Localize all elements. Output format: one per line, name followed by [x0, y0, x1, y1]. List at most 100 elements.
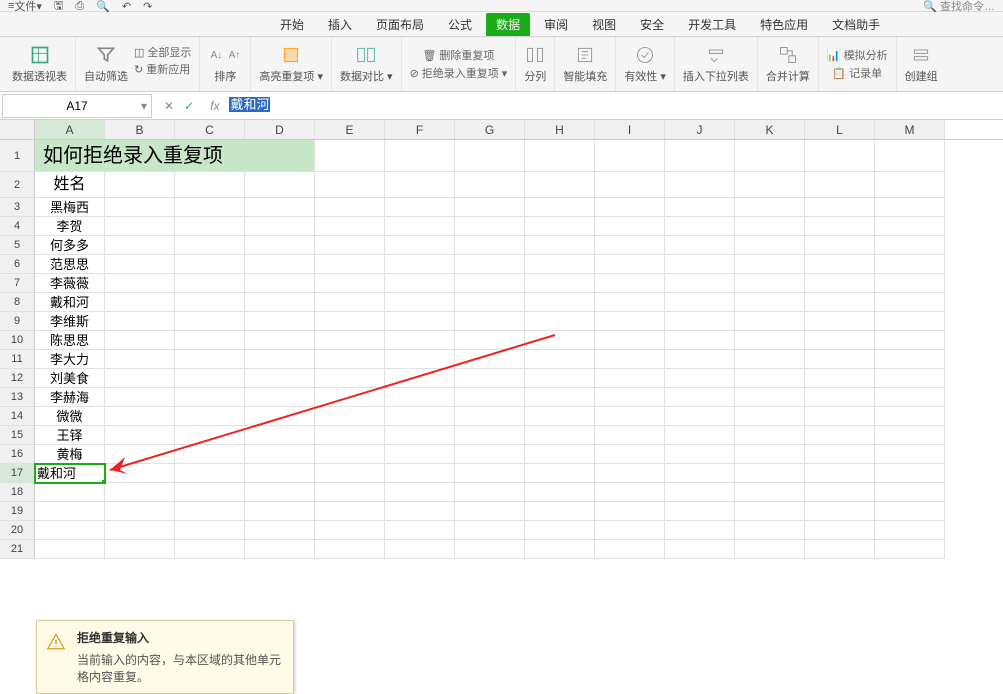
cell[interactable]	[385, 172, 455, 198]
cell[interactable]	[665, 483, 735, 502]
cell[interactable]	[735, 464, 805, 483]
cell[interactable]	[245, 331, 315, 350]
cell[interactable]	[805, 217, 875, 236]
undo-icon[interactable]: ↶	[122, 0, 131, 13]
cell[interactable]	[175, 255, 245, 274]
cell[interactable]	[245, 350, 315, 369]
row-header-5[interactable]: 5	[0, 236, 35, 255]
menu-icon[interactable]: ≡ 文件 ▾	[8, 0, 42, 14]
cell[interactable]: 刘美食	[35, 369, 105, 388]
cell[interactable]	[245, 483, 315, 502]
cell[interactable]	[595, 217, 665, 236]
tab-developer[interactable]: 开发工具	[678, 13, 746, 36]
cell[interactable]: 何多多	[35, 236, 105, 255]
cell[interactable]	[735, 445, 805, 464]
search-command[interactable]: 🔍 查找命令…	[923, 0, 995, 12]
group-button[interactable]: 创建组	[897, 37, 946, 91]
cell[interactable]	[735, 388, 805, 407]
tab-doc-helper[interactable]: 文档助手	[822, 13, 890, 36]
tab-special[interactable]: 特色应用	[750, 13, 818, 36]
cell[interactable]	[805, 140, 875, 172]
cell[interactable]	[385, 540, 455, 559]
confirm-icon[interactable]: ✓	[184, 99, 194, 113]
split-button[interactable]: 分列	[516, 37, 555, 91]
cell[interactable]	[105, 198, 175, 217]
cell[interactable]	[805, 426, 875, 445]
cell[interactable]	[455, 464, 525, 483]
cell[interactable]	[315, 274, 385, 293]
col-header-G[interactable]: G	[455, 120, 525, 139]
cell[interactable]	[525, 172, 595, 198]
cell[interactable]	[595, 293, 665, 312]
col-header-A[interactable]: A	[35, 120, 105, 139]
cell[interactable]	[805, 369, 875, 388]
cell[interactable]: 李贺	[35, 217, 105, 236]
cell[interactable]	[315, 540, 385, 559]
cell[interactable]	[245, 445, 315, 464]
col-header-D[interactable]: D	[245, 120, 315, 139]
cell[interactable]	[595, 331, 665, 350]
cell[interactable]	[875, 426, 945, 445]
cell[interactable]	[105, 445, 175, 464]
cell[interactable]	[385, 198, 455, 217]
cell[interactable]	[105, 217, 175, 236]
cell[interactable]	[875, 483, 945, 502]
cell[interactable]	[385, 369, 455, 388]
col-header-K[interactable]: K	[735, 120, 805, 139]
cell[interactable]	[245, 388, 315, 407]
formula-input[interactable]: 戴和河	[225, 94, 1003, 118]
cell[interactable]	[875, 350, 945, 369]
cell[interactable]	[455, 140, 525, 172]
tab-page-layout[interactable]: 页面布局	[366, 13, 434, 36]
cell[interactable]	[175, 293, 245, 312]
cell[interactable]	[315, 350, 385, 369]
cell[interactable]	[105, 293, 175, 312]
cell[interactable]	[455, 521, 525, 540]
col-header-M[interactable]: M	[875, 120, 945, 139]
cell[interactable]	[595, 426, 665, 445]
cell[interactable]	[525, 369, 595, 388]
cell[interactable]	[315, 369, 385, 388]
cell[interactable]	[805, 331, 875, 350]
row-header-8[interactable]: 8	[0, 293, 35, 312]
cell[interactable]	[385, 502, 455, 521]
row-header-10[interactable]: 10	[0, 331, 35, 350]
select-all-corner[interactable]	[0, 120, 35, 139]
cell[interactable]	[665, 255, 735, 274]
cell[interactable]	[875, 331, 945, 350]
row-header-1[interactable]: 1	[0, 140, 35, 172]
cell[interactable]	[805, 198, 875, 217]
cell[interactable]	[595, 198, 665, 217]
cell[interactable]	[245, 369, 315, 388]
tab-view[interactable]: 视图	[582, 13, 626, 36]
sort-group[interactable]: A↓ A↑ 排序	[200, 37, 251, 91]
cell[interactable]	[525, 464, 595, 483]
cell[interactable]: 黄梅	[35, 445, 105, 464]
cell[interactable]	[875, 369, 945, 388]
cell[interactable]	[875, 540, 945, 559]
cell[interactable]	[315, 217, 385, 236]
cell[interactable]	[245, 540, 315, 559]
cell[interactable]	[525, 540, 595, 559]
row-header-18[interactable]: 18	[0, 483, 35, 502]
tab-insert[interactable]: 插入	[318, 13, 362, 36]
row-header-13[interactable]: 13	[0, 388, 35, 407]
cell[interactable]	[175, 312, 245, 331]
cell[interactable]: 李薇薇	[35, 274, 105, 293]
cell[interactable]	[105, 312, 175, 331]
name-box-input[interactable]	[27, 99, 127, 113]
col-header-J[interactable]: J	[665, 120, 735, 139]
cell[interactable]	[455, 293, 525, 312]
cell[interactable]	[805, 445, 875, 464]
cell[interactable]	[665, 331, 735, 350]
cell[interactable]	[175, 521, 245, 540]
cell[interactable]	[315, 445, 385, 464]
cell[interactable]	[455, 172, 525, 198]
cell[interactable]	[525, 293, 595, 312]
cell[interactable]	[315, 172, 385, 198]
cell[interactable]	[595, 312, 665, 331]
cell[interactable]	[595, 172, 665, 198]
highlight-dup-button[interactable]: 高亮重复项 ▾	[251, 37, 332, 91]
cell[interactable]	[595, 388, 665, 407]
cell[interactable]	[455, 312, 525, 331]
